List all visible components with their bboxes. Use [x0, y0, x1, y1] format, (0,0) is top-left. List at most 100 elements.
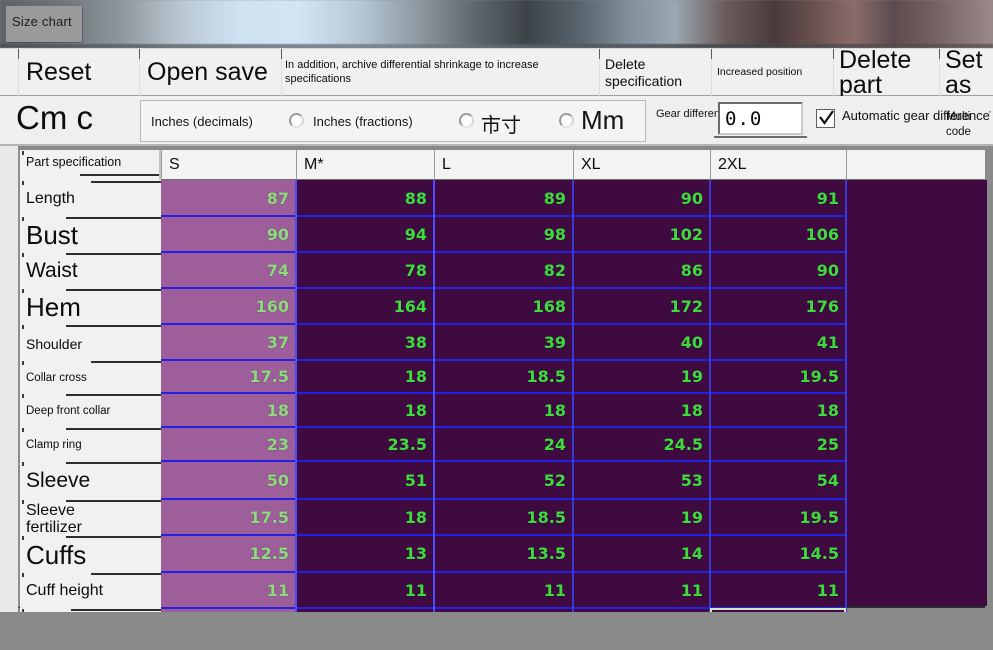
grid-row-label-clamp-ring[interactable]: Clamp ring — [20, 427, 161, 461]
grid-row-label-cuff-height[interactable]: Cuff height — [20, 572, 161, 608]
grid-column-header-xl[interactable]: XL — [573, 150, 710, 180]
grid-cell[interactable]: 25 — [710, 427, 846, 461]
grid-cell[interactable]: 14.5 — [710, 535, 846, 572]
grid-cell[interactable]: 38 — [296, 324, 434, 360]
increased-position-button[interactable]: Increased position — [711, 49, 831, 96]
tab-size-chart[interactable]: Size chart — [6, 6, 82, 42]
multi-code-label[interactable]: Multi code — [946, 110, 993, 140]
grid-cell[interactable]: 54 — [710, 461, 846, 499]
grid-cell[interactable]: 13 — [296, 535, 434, 572]
set-as-button[interactable]: Set as — [939, 49, 993, 96]
unit-mm-radio[interactable] — [559, 113, 574, 128]
grid-cell-value: 17.5 — [249, 367, 289, 386]
grid-row-label-shoulder[interactable]: Shoulder — [20, 324, 161, 360]
grid-cell[interactable]: 78 — [296, 252, 434, 288]
grid-row-label-waist[interactable]: Waist — [20, 252, 161, 288]
grid-cell[interactable]: 89 — [434, 180, 573, 216]
delete-specification-button[interactable]: Delete specification — [599, 49, 709, 96]
grid-cell[interactable]: 39 — [434, 324, 573, 360]
grid-cell[interactable]: 11 — [573, 572, 710, 608]
grid-cell[interactable]: 41 — [710, 324, 846, 360]
grid-cell[interactable]: 14 — [573, 535, 710, 572]
grid-cell[interactable]: 160 — [161, 288, 296, 324]
grid-row-label-sleeve[interactable]: Sleeve — [20, 461, 161, 499]
reset-button[interactable]: Reset — [18, 49, 136, 96]
grid-column-header-mstar[interactable]: M* — [296, 150, 434, 180]
grid-cell[interactable]: 98 — [434, 216, 573, 252]
unit-inches-decimals-label[interactable]: Inches (decimals) — [151, 114, 253, 129]
grid-row-label-collar-cross[interactable]: Collar cross — [20, 360, 161, 393]
grid-cell[interactable]: 87 — [161, 180, 296, 216]
grid-cell[interactable]: 94 — [296, 216, 434, 252]
grid-cell[interactable]: 50 — [161, 461, 296, 499]
grid-cell[interactable]: 106 — [710, 216, 846, 252]
grid-cell[interactable]: 164 — [296, 288, 434, 324]
grid-cell[interactable]: 12.5 — [161, 535, 296, 572]
grid-cell[interactable]: 90 — [161, 216, 296, 252]
grid-cell[interactable]: 82 — [434, 252, 573, 288]
grid-cell[interactable]: 19 — [573, 499, 710, 535]
grid-row-label-deep-front-collar[interactable]: Deep front collar — [20, 393, 161, 427]
grid-cell[interactable]: 19 — [573, 360, 710, 393]
grid-cell[interactable]: 18 — [710, 393, 846, 427]
unit-mm-label[interactable]: Mm — [581, 105, 624, 136]
unit-inches-fractions-radio[interactable] — [289, 113, 304, 128]
grid-cell[interactable]: 19.5 — [710, 360, 846, 393]
size-chart-grid[interactable]: Part specification S M* L XL 2XL Length Bust W… — [18, 150, 987, 643]
delete-part-button[interactable]: Delete part — [833, 47, 937, 97]
grid-cell[interactable]: 18 — [296, 499, 434, 535]
grid-cell[interactable]: 24 — [434, 427, 573, 461]
grid-cell[interactable]: 40 — [573, 324, 710, 360]
grid-cell[interactable]: 18 — [161, 393, 296, 427]
grid-cell[interactable]: 86 — [573, 252, 710, 288]
grid-cell[interactable]: 11 — [710, 572, 846, 608]
grid-cell[interactable]: 18 — [434, 393, 573, 427]
grid-column-header-l[interactable]: L — [434, 150, 573, 180]
grid-cell[interactable]: 18.5 — [434, 360, 573, 393]
grid-cell[interactable]: 91 — [710, 180, 846, 216]
archive-shrinkage-button[interactable]: In addition, archive differential shrink… — [281, 49, 597, 96]
automatic-gear-difference-checkbox[interactable] — [816, 109, 835, 128]
grid-column-header-s[interactable]: S — [161, 150, 296, 180]
grid-cell[interactable]: 172 — [573, 288, 710, 324]
grid-row-label-length[interactable]: Length — [20, 180, 161, 216]
grid-column-header-blank[interactable] — [846, 150, 985, 180]
grid-cell[interactable]: 168 — [434, 288, 573, 324]
grid-cell[interactable]: 74 — [161, 252, 296, 288]
grid-row-label-sleeve-fertilizer[interactable]: Sleeve fertilizer — [20, 499, 161, 536]
grid-row-label-bust[interactable]: Bust — [20, 216, 161, 252]
grid-cell[interactable]: 176 — [710, 288, 846, 324]
grid-cell[interactable]: 88 — [296, 180, 434, 216]
grid-cell[interactable]: 23.5 — [296, 427, 434, 461]
open-save-button[interactable]: Open save — [139, 49, 279, 96]
gear-difference-input[interactable]: 0.0 — [718, 102, 803, 135]
unit-cm-button[interactable]: Cm c — [16, 96, 93, 141]
grid-cell[interactable]: 90 — [573, 180, 710, 216]
grid-cell[interactable]: 53 — [573, 461, 710, 499]
grid-cell[interactable]: 37 — [161, 324, 296, 360]
row-tick-marker — [22, 325, 24, 329]
grid-row-label-cuffs[interactable]: Cuffs — [20, 535, 161, 572]
grid-cell[interactable]: 17.5 — [161, 360, 296, 393]
grid-cell[interactable]: 18 — [573, 393, 710, 427]
grid-cell[interactable]: 90 — [710, 252, 846, 288]
grid-cell[interactable]: 18 — [296, 360, 434, 393]
grid-cell[interactable]: 11 — [434, 572, 573, 608]
grid-cell[interactable]: 11 — [296, 572, 434, 608]
grid-column-header-2xl[interactable]: 2XL — [710, 150, 846, 180]
unit-shicun-radio[interactable] — [459, 113, 474, 128]
grid-cell[interactable]: 51 — [296, 461, 434, 499]
unit-inches-fractions-label[interactable]: Inches (fractions) — [313, 114, 413, 129]
grid-cell[interactable]: 19.5 — [710, 499, 846, 535]
grid-cell[interactable]: 52 — [434, 461, 573, 499]
grid-cell[interactable]: 102 — [573, 216, 710, 252]
grid-cell[interactable]: 23 — [161, 427, 296, 461]
grid-cell[interactable]: 11 — [161, 572, 296, 608]
grid-cell[interactable]: 24.5 — [573, 427, 710, 461]
grid-cell[interactable]: 13.5 — [434, 535, 573, 572]
grid-row-label-hem[interactable]: Hem — [20, 288, 161, 324]
grid-cell[interactable]: 17.5 — [161, 499, 296, 535]
grid-cell[interactable]: 18 — [296, 393, 434, 427]
grid-cell[interactable]: 18.5 — [434, 499, 573, 535]
unit-shicun-label[interactable]: 市寸 — [481, 109, 521, 138]
